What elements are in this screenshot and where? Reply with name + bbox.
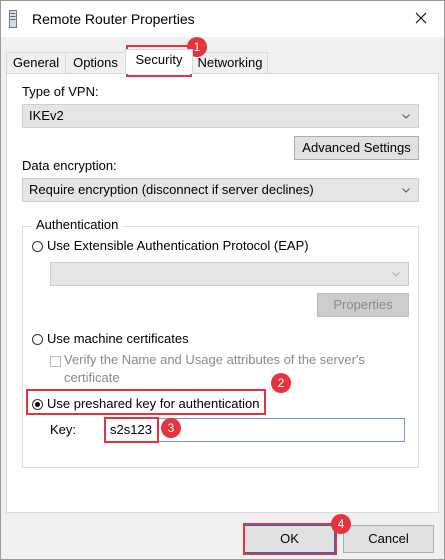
step-badge: 4 [331,514,351,534]
tab-label: Security [135,52,183,67]
verify-name-label-continued: certificate [64,370,120,385]
tab-label: Options [73,55,118,70]
vpn-type-label: Type of VPN: [22,84,99,99]
encryption-dropdown[interactable]: Require encryption (disconnect if server… [22,178,419,202]
tab-security[interactable]: Security [125,49,193,74]
tab-options[interactable]: Options [65,52,126,74]
chevron-down-icon [402,179,412,201]
server-icon [9,10,17,28]
vpn-type-value: IKEv2 [29,108,64,123]
cancel-button[interactable]: Cancel [343,525,434,553]
verify-name-label: Verify the Name and Usage attributes of … [64,352,365,367]
title-bar: Remote Router Properties [1,1,444,37]
authentication-group-label: Authentication [32,217,123,232]
step-badge: 2 [271,373,291,393]
step-badge: 3 [161,418,181,438]
highlight-ok-button [243,523,337,555]
chevron-down-icon [402,105,412,127]
eap-radio[interactable] [32,241,43,252]
key-label: Key: [50,422,77,437]
highlight-key-value [104,417,159,443]
verify-name-checkbox[interactable] [50,356,61,367]
tab-label: General [12,55,60,70]
encryption-label: Data encryption: [22,158,117,173]
tab-label: Networking [197,55,263,70]
vpn-type-dropdown[interactable]: IKEv2 [22,104,419,128]
tab-general[interactable]: General [6,52,66,74]
window-title: Remote Router Properties [32,11,195,27]
chevron-down-icon [392,263,402,285]
close-button[interactable] [398,1,444,37]
highlight-preshared-key [26,389,266,415]
machine-certs-label: Use machine certificates [47,331,189,346]
eap-properties-button[interactable]: Properties [317,293,409,317]
tab-networking[interactable]: Networking [192,52,268,74]
encryption-value: Require encryption (disconnect if server… [29,182,314,197]
eap-label: Use Extensible Authentication Protocol (… [47,238,309,253]
close-icon [415,12,427,27]
properties-dialog: Remote Router Properties General Options… [0,0,445,560]
machine-certs-radio[interactable] [32,334,43,345]
advanced-settings-button[interactable]: Advanced Settings [294,136,419,160]
eap-method-dropdown[interactable] [50,262,409,286]
